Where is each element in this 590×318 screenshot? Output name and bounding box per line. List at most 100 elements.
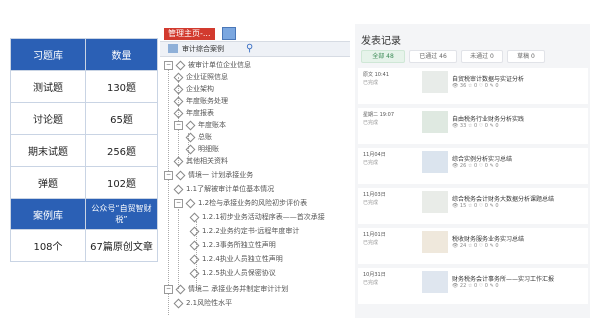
table-row: 期末试题 256题 — [10, 134, 158, 167]
tree-toolbar: 审计综合案例 ⚲ — [160, 41, 350, 57]
post-date: 11月03日 — [363, 192, 386, 198]
post-title[interactable]: 自由税务行业财务分析实践 — [452, 114, 524, 123]
collapse-icon[interactable]: − — [164, 170, 173, 180]
diamond-icon — [175, 284, 186, 294]
collapse-icon[interactable]: − — [174, 120, 183, 130]
tree-node[interactable]: 1.2.2业务约定书-远程年度审计 — [189, 225, 299, 237]
diamond-icon — [185, 198, 196, 208]
collapse-icon[interactable]: − — [174, 198, 183, 208]
tree-node[interactable]: 年度报表 — [173, 107, 214, 119]
table-cell: 108个 — [10, 229, 86, 262]
diamond-icon — [189, 212, 200, 222]
diamond-icon — [173, 96, 184, 106]
panel-title: 发表记录 — [361, 36, 401, 47]
tree-node[interactable]: 1.2.1初步业务活动程序表——首次承接 — [189, 211, 325, 223]
tree-node[interactable]: − 情境二 承接业务并制定审计计划 — [164, 283, 288, 295]
tree-title[interactable]: 管理主页-... — [164, 28, 215, 40]
tree-node[interactable]: − 年度账本 — [174, 119, 226, 131]
filter-tabs: 全部 48 已通过 46 未通过 0 草稿 0 — [361, 50, 586, 63]
tree-node-label: 年度账本 — [198, 121, 226, 129]
tree-node-label: 企业证照信息 — [186, 73, 228, 81]
post-record-panel: 发表记录 全部 48 已通过 46 未通过 0 草稿 0 原文 10:41 已完… — [355, 24, 590, 318]
tree-node[interactable]: 1.2.4执业人员独立性声明 — [189, 253, 283, 265]
post-item[interactable]: 11月04日 已完成 综合实例分析实习总结 👁 26 ☆ 0 ♡ 0 ✎ 0 — [358, 148, 588, 184]
post-stats: 👁 15 ☆ 0 ♡ 0 ✎ 0 — [452, 203, 499, 209]
header-cell: 公众号“自贸智财税” — [85, 198, 158, 230]
post-title[interactable]: 税收财务服务业务实习总结 — [452, 234, 524, 243]
tree-node[interactable]: 明细账 — [185, 143, 219, 155]
tree-node[interactable]: 总账 — [185, 131, 212, 143]
post-date: 11月01日 — [363, 232, 386, 238]
tree-node-label: 1.2检与承接业务的风险初步评价表 — [198, 199, 308, 207]
tree-node[interactable]: 1.2.3事务所独立性声明 — [189, 239, 276, 251]
diamond-icon — [173, 108, 184, 118]
post-title[interactable]: 综合税务会计财务大数据分析课题总结 — [452, 194, 554, 203]
post-status: 已完成 — [363, 200, 379, 206]
tree-node-label: 1.2.3事务所独立性声明 — [202, 241, 276, 249]
post-thumbnail — [422, 111, 448, 133]
tab-approved[interactable]: 已通过 46 — [409, 50, 457, 63]
collapse-icon[interactable]: − — [164, 60, 173, 70]
collapse-icon[interactable]: − — [164, 284, 173, 294]
post-title[interactable]: 综合实例分析实习总结 — [452, 154, 512, 163]
tree-node[interactable]: 1.1了解被审计单位基本情况 — [173, 183, 274, 195]
post-status: 已完成 — [363, 160, 379, 166]
tree-node-label: 年度账务处理 — [186, 97, 228, 105]
diamond-icon — [189, 268, 200, 278]
table-cell: 130题 — [85, 70, 158, 103]
table-header-row: 习题库 数量 — [10, 38, 158, 71]
tree-node[interactable]: − 1.2检与承接业务的风险初步评价表 — [174, 197, 307, 209]
tree-node-label: 总账 — [198, 133, 212, 141]
post-status: 已完成 — [363, 120, 379, 126]
tree-node[interactable]: 年度账务处理 — [173, 95, 228, 107]
post-stats: 👁 24 ☆ 0 ♡ 0 ✎ 0 — [452, 243, 499, 249]
post-item[interactable]: 11月03日 已完成 综合税务会计财务大数据分析课题总结 👁 15 ☆ 0 ♡ … — [358, 188, 588, 224]
post-title[interactable]: 财务税务会计事务所——实习工作汇报 — [452, 274, 554, 283]
tree-node-label: 1.2.4执业人员独立性声明 — [202, 255, 283, 263]
post-thumbnail — [422, 271, 448, 293]
tree-node-label: 2.1风险性水平 — [186, 299, 233, 307]
post-stats: 👁 22 ☆ 0 ♡ 0 ✎ 0 — [452, 283, 499, 289]
tab-all[interactable]: 全部 48 — [361, 50, 405, 63]
tree-node[interactable]: 其他相关资料 — [173, 155, 228, 167]
table-cell: 102题 — [85, 166, 158, 199]
diamond-icon — [185, 132, 196, 142]
header-cell: 案例库 — [10, 198, 86, 230]
tree-node[interactable]: 1.2.5执业人员保密协议 — [189, 267, 276, 279]
tab-rejected[interactable]: 未通过 0 — [461, 50, 503, 63]
diamond-icon — [185, 120, 196, 130]
post-item[interactable]: 原文 10:41 已完成 自贸税审计数据与实证分析 👁 36 ☆ 0 ♡ 0 ✎… — [358, 68, 588, 104]
tree-node[interactable]: 企业证照信息 — [173, 71, 228, 83]
table-cell: 67篇原创文章 — [85, 229, 158, 262]
post-date: 10月31日 — [363, 272, 386, 278]
diamond-icon — [173, 72, 184, 82]
post-item[interactable]: 星期二 19:07 已完成 自由税务行业财务分析实践 👁 33 ☆ 0 ♡ 0 … — [358, 108, 588, 144]
diamond-icon — [173, 184, 184, 194]
case-tree-panel: 管理主页-... 审计综合案例 ⚲ − 被审计单位企业信息 企业证照信息 企业架构… — [160, 25, 350, 318]
tree-node[interactable]: 2.1风险性水平 — [173, 297, 233, 309]
diamond-icon — [189, 254, 200, 264]
post-item[interactable]: 11月01日 已完成 税收财务服务业务实习总结 👁 24 ☆ 0 ♡ 0 ✎ 0 — [358, 228, 588, 264]
post-date: 11月04日 — [363, 152, 386, 158]
table-cell: 讨论题 — [10, 102, 86, 135]
tree-guide — [168, 65, 169, 315]
diamond-icon — [175, 60, 186, 70]
tree-node[interactable]: 企业架构 — [173, 83, 214, 95]
post-stats: 👁 36 ☆ 0 ♡ 0 ✎ 0 — [452, 83, 499, 89]
post-title[interactable]: 自贸税审计数据与实证分析 — [452, 74, 524, 83]
post-status: 已完成 — [363, 80, 379, 86]
post-item[interactable]: 10月31日 已完成 财务税务会计事务所——实习工作汇报 👁 22 ☆ 0 ♡ … — [358, 268, 588, 304]
tree-node-label: 其他相关资料 — [186, 157, 228, 165]
tree-node[interactable]: − 情境一 计划承接业务 — [164, 169, 253, 181]
table-row: 讨论题 65题 — [10, 102, 158, 135]
tree-node-label: 年度报表 — [186, 109, 214, 117]
header-cell: 数量 — [85, 38, 158, 71]
table-cell: 测试题 — [10, 70, 86, 103]
diamond-icon — [185, 144, 196, 154]
diamond-icon — [173, 156, 184, 166]
post-stats: 👁 33 ☆ 0 ♡ 0 ✎ 0 — [452, 123, 499, 129]
post-thumbnail — [422, 71, 448, 93]
tree-node[interactable]: − 被审计单位企业信息 — [164, 59, 251, 71]
search-icon[interactable]: ⚲ — [246, 43, 253, 55]
tab-draft[interactable]: 草稿 0 — [507, 50, 545, 63]
